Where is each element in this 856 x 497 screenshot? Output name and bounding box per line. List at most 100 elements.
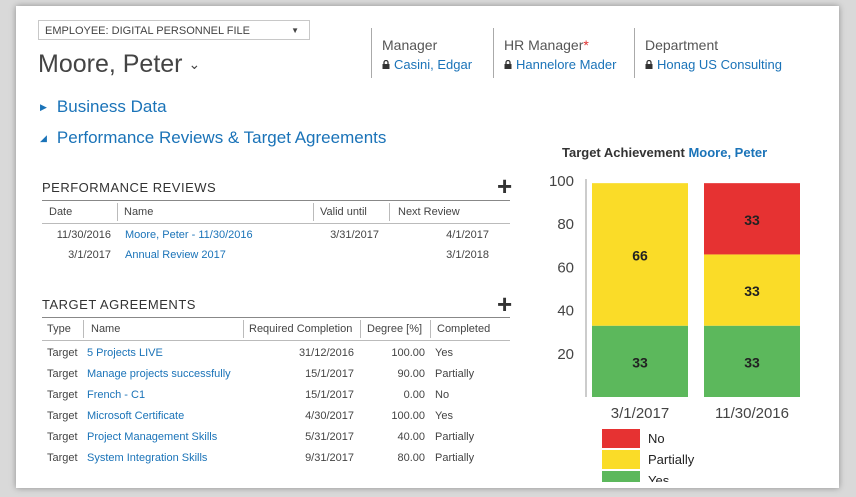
lock-icon bbox=[382, 60, 390, 69]
table-row: 11/30/2016 Moore, Peter - 11/30/2016 3/3… bbox=[16, 229, 516, 247]
divider bbox=[42, 340, 510, 341]
target-name-link[interactable]: Microsoft Certificate bbox=[87, 410, 184, 422]
add-review-button[interactable]: + bbox=[497, 173, 512, 199]
target-degree: 100.00 bbox=[391, 410, 425, 422]
target-completed: Yes bbox=[435, 347, 453, 359]
hr-manager-field: HR Manager* Hannelore Mader bbox=[504, 37, 616, 72]
target-required-completion: 31/12/2016 bbox=[298, 347, 354, 359]
target-completed: Partially bbox=[435, 431, 475, 443]
table-row: Target Manage projects successfully 15/1… bbox=[16, 368, 516, 386]
employee-name[interactable]: Moore, Peter ⌄ bbox=[38, 50, 200, 79]
target-name-link[interactable]: French - C1 bbox=[87, 389, 145, 401]
target-type: Target bbox=[47, 368, 78, 380]
review-name-link[interactable]: Moore, Peter - 11/30/2016 bbox=[125, 229, 253, 241]
performance-reviews-title: PERFORMANCE REVIEWS bbox=[42, 180, 217, 195]
review-date: 11/30/2016 bbox=[56, 229, 111, 241]
review-name-link[interactable]: Annual Review 2017 bbox=[125, 249, 226, 261]
target-name-link[interactable]: 5 Projects LIVE bbox=[87, 347, 163, 359]
target-degree: 0.00 bbox=[403, 389, 425, 401]
dropdown-arrow-icon: ▼ bbox=[291, 26, 299, 35]
target-agreements-title: TARGET AGREEMENTS bbox=[42, 297, 196, 312]
legend-swatch bbox=[602, 450, 640, 469]
review-next-review: 3/1/2018 bbox=[446, 249, 489, 261]
legend-swatch bbox=[602, 471, 640, 482]
x-tick-label: 3/1/2017 bbox=[611, 405, 669, 422]
target-type: Target bbox=[47, 452, 78, 464]
employee-name-text: Moore, Peter bbox=[38, 50, 183, 78]
data-label: 33 bbox=[632, 354, 648, 370]
target-required-completion: 4/30/2017 bbox=[305, 410, 354, 422]
target-completed: Yes bbox=[435, 410, 453, 422]
column-header-name[interactable]: Name bbox=[124, 206, 153, 218]
column-separator bbox=[389, 203, 390, 221]
manager-field: Manager Casini, Edgar bbox=[382, 37, 472, 72]
collapse-triangle-icon: ◢ bbox=[40, 133, 47, 143]
section-business-data-label: Business Data bbox=[56, 97, 167, 116]
employee-view-select-value: EMPLOYEE: DIGITAL PERSONNEL FILE bbox=[45, 25, 250, 37]
table-row: Target 5 Projects LIVE 31/12/2016 100.00… bbox=[16, 347, 516, 365]
column-header-required-completion[interactable]: Required Completion bbox=[249, 323, 352, 335]
target-degree: 40.00 bbox=[397, 431, 425, 443]
section-performance[interactable]: ◢ Performance Reviews & Target Agreements bbox=[40, 128, 386, 148]
target-required-completion: 5/31/2017 bbox=[305, 431, 354, 443]
column-header-degree[interactable]: Degree [%] bbox=[367, 323, 422, 335]
column-header-valid-until[interactable]: Valid until bbox=[320, 206, 367, 218]
required-marker: * bbox=[583, 37, 589, 53]
expand-triangle-icon: ▶ bbox=[40, 102, 47, 112]
y-tick-label: 20 bbox=[557, 346, 574, 363]
target-degree: 90.00 bbox=[397, 368, 425, 380]
manager-link[interactable]: Casini, Edgar bbox=[382, 57, 472, 72]
column-header-completed[interactable]: Completed bbox=[437, 323, 490, 335]
divider bbox=[371, 28, 372, 78]
data-label: 33 bbox=[744, 283, 760, 299]
column-header-date[interactable]: Date bbox=[49, 206, 72, 218]
target-name-link[interactable]: Project Management Skills bbox=[87, 431, 217, 443]
divider bbox=[42, 317, 510, 318]
divider bbox=[42, 223, 510, 224]
target-name-link[interactable]: Manage projects successfully bbox=[87, 368, 231, 380]
target-degree: 100.00 bbox=[391, 347, 425, 359]
target-achievement-chart: 20 40 60 80 100 33 66 3/1/2017 33 33 33 11/30/2016 N… bbox=[549, 173, 800, 482]
employee-view-select[interactable]: EMPLOYEE: DIGITAL PERSONNEL FILE ▼ bbox=[38, 20, 310, 40]
chart-title-employee-link[interactable]: Moore, Peter bbox=[688, 145, 767, 160]
data-label: 66 bbox=[632, 247, 648, 263]
section-business-data[interactable]: ▶ Business Data bbox=[40, 97, 167, 117]
department-name: Honag US Consulting bbox=[657, 57, 783, 72]
review-date: 3/1/2017 bbox=[68, 249, 111, 261]
divider bbox=[493, 28, 494, 78]
column-separator bbox=[360, 320, 361, 338]
column-header-type[interactable]: Type bbox=[47, 323, 71, 335]
target-type: Target bbox=[47, 410, 78, 422]
review-next-review: 4/1/2017 bbox=[446, 229, 489, 241]
target-name-link[interactable]: System Integration Skills bbox=[87, 452, 207, 464]
column-separator bbox=[83, 320, 84, 338]
target-type: Target bbox=[47, 431, 78, 443]
target-type: Target bbox=[47, 389, 78, 401]
legend-swatch bbox=[602, 429, 640, 448]
data-label: 33 bbox=[744, 354, 760, 370]
target-completed: Partially bbox=[435, 368, 475, 380]
hr-manager-link[interactable]: Hannelore Mader bbox=[504, 57, 616, 72]
table-row: Target Project Management Skills 5/31/20… bbox=[16, 431, 516, 449]
lock-icon bbox=[504, 60, 512, 69]
department-link[interactable]: Honag US Consulting bbox=[645, 57, 782, 72]
y-tick-label: 100 bbox=[549, 173, 574, 190]
column-header-next-review[interactable]: Next Review bbox=[398, 206, 460, 218]
column-separator bbox=[117, 203, 118, 221]
add-target-button[interactable]: + bbox=[497, 291, 512, 317]
y-tick-label: 80 bbox=[557, 216, 574, 233]
review-valid-until: 3/31/2017 bbox=[330, 229, 379, 241]
chart-title: Target Achievement Moore, Peter bbox=[562, 145, 767, 160]
table-row: Target French - C1 15/1/2017 0.00 No bbox=[16, 389, 516, 407]
x-tick-label: 11/30/2016 bbox=[715, 405, 789, 422]
legend-label: Yes bbox=[648, 473, 670, 482]
divider bbox=[634, 28, 635, 78]
legend-label: Partially bbox=[648, 452, 695, 467]
chevron-down-icon[interactable]: ⌄ bbox=[189, 56, 201, 72]
y-tick-label: 60 bbox=[557, 259, 574, 276]
hr-manager-label: HR Manager bbox=[504, 37, 584, 53]
column-header-name[interactable]: Name bbox=[91, 323, 120, 335]
section-performance-label: Performance Reviews & Target Agreements bbox=[56, 128, 387, 147]
column-separator bbox=[243, 320, 244, 338]
chart-title-text: Target Achievement bbox=[562, 145, 685, 160]
